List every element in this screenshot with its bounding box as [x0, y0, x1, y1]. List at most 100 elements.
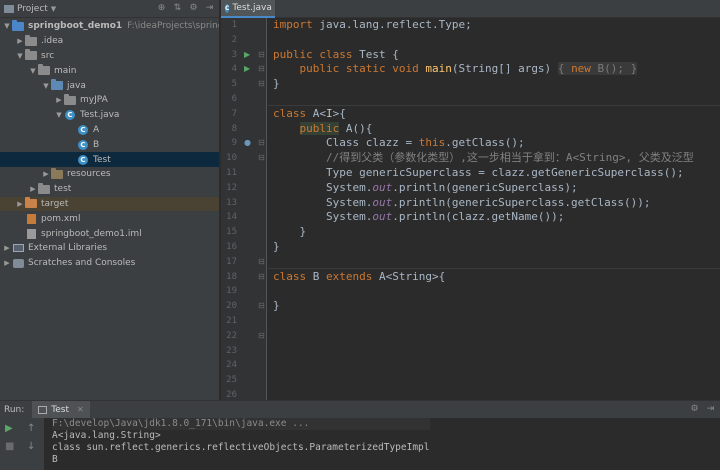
collapsed-arrow-icon[interactable]: ▶	[54, 96, 64, 104]
stop-icon[interactable]: ■	[5, 441, 14, 453]
folder-icon	[25, 34, 37, 46]
fold-toggle-icon[interactable]: ⊟	[258, 48, 265, 63]
code-line-17: }	[273, 225, 307, 239]
code-line-11: Class clazz = this.getClass();	[273, 136, 525, 150]
collapse-all-icon[interactable]: ⇅	[172, 3, 183, 14]
collapsed-arrow-icon[interactable]: ▶	[2, 244, 12, 252]
tree-item[interactable]: ▼ java	[0, 78, 219, 93]
tree-item-label: src	[41, 50, 55, 61]
fold-toggle-icon[interactable]: ⊟	[258, 151, 265, 166]
gear-icon[interactable]: ⚙	[689, 404, 700, 415]
line-number: 8	[231, 123, 237, 134]
console-output[interactable]: F:\develop\Java\jdk1.8.0_171\bin\java.ex…	[52, 418, 430, 466]
tree-item[interactable]: CA	[0, 123, 219, 138]
tree-item[interactable]: ▶ test	[0, 182, 219, 197]
tree-item[interactable]: springboot_demo1.iml	[0, 226, 219, 241]
gear-icon[interactable]: ⚙	[188, 3, 199, 14]
tree-item[interactable]: ▶ External Libraries	[0, 241, 219, 256]
run-gutter-icon[interactable]: ▶	[244, 62, 250, 77]
tree-item-label: .idea	[41, 36, 64, 47]
tree-item-label: springboot_demo1.iml	[41, 228, 142, 239]
scroll-down-icon[interactable]: ↓	[27, 441, 35, 453]
run-panel: ▶ ↑ ■ ↓ F:\develop\Java\jdk1.8.0_171\bin…	[0, 418, 720, 470]
tree-item[interactable]: ▼ springboot_demo1 F:\ideaProjects\springb…	[0, 19, 219, 34]
collapsed-arrow-icon[interactable]: ▶	[41, 170, 51, 178]
code-line-3: public class Test {	[273, 47, 399, 61]
tree-item-label: A	[93, 124, 100, 135]
excluded-folder-icon	[25, 197, 37, 209]
fold-toggle-icon[interactable]: ⊟	[258, 62, 265, 77]
scratches-icon	[12, 258, 24, 268]
tree-item-label: resources	[67, 169, 111, 180]
fold-toggle-icon[interactable]: ⊟	[258, 299, 265, 314]
line-number: 5	[231, 79, 237, 90]
chevron-down-icon[interactable]: ▼	[51, 5, 56, 13]
implemented-marker-icon[interactable]: ●	[244, 136, 251, 151]
tree-item[interactable]: ▶ myJPA	[0, 93, 219, 108]
library-icon	[12, 243, 24, 253]
code-line-12: //得到父类（参数化类型）,这一步相当于拿到：A<String>, 父类及泛型	[325, 151, 694, 165]
code-line-18: }	[273, 240, 280, 253]
code-editor[interactable]: 1 2 3 4 5 6 7 8 9 10 11 12 13 14 15 16 17 18 19 20 21 22 23 24 2…	[221, 18, 720, 400]
collapsed-arrow-icon[interactable]: ▶	[15, 200, 25, 208]
java-class-icon: C	[64, 110, 76, 121]
tree-item[interactable]: ▼ src	[0, 49, 219, 64]
editor-tabs: C Test.java	[221, 0, 720, 18]
tree-item[interactable]: C Test	[0, 152, 219, 167]
tree-item[interactable]: pom.xml	[0, 211, 219, 226]
line-number: 2	[231, 34, 237, 45]
project-panel-header: Project ▼ ⊕ ⇅ ⚙ ⇥	[0, 0, 219, 18]
collapsed-arrow-icon[interactable]: ▶	[15, 37, 25, 45]
line-number: 1	[231, 20, 237, 30]
fold-toggle-icon[interactable]: ⊟	[258, 329, 265, 344]
line-number: 13	[226, 197, 237, 208]
editor-gutter: 1 2 3 4 5 6 7 8 9 10 11 12 13 14 15 16 17 18 19 20 21 22 23 24 2…	[221, 18, 267, 400]
line-number: 19	[226, 286, 237, 297]
run-gutter-icon[interactable]: ▶	[244, 48, 250, 63]
line-number: 7	[231, 108, 237, 119]
project-panel: Project ▼ ⊕ ⇅ ⚙ ⇥ ▼ springboot_demo1 F:\id…	[0, 0, 220, 400]
collapsed-arrow-icon[interactable]: ▶	[2, 259, 12, 267]
console-line: F:\develop\Java\jdk1.8.0_171\bin\java.ex…	[52, 418, 430, 430]
tree-item[interactable]: CB	[0, 137, 219, 152]
line-number: 18	[226, 271, 237, 282]
code-line-10: public A(){	[299, 121, 373, 135]
class-icon: C	[77, 154, 89, 165]
tree-item-path: F:\ideaProjects\springboo	[127, 21, 219, 32]
expanded-arrow-icon[interactable]: ▼	[41, 82, 51, 90]
collapsed-arrow-icon[interactable]: ▶	[28, 185, 38, 193]
console-line: class sun.reflect.generics.reflectiveObj…	[52, 442, 430, 453]
tree-item[interactable]: ▶ Scratches and Consoles	[0, 256, 219, 271]
run-tab-test[interactable]: Test ✕	[32, 400, 90, 419]
rerun-icon[interactable]: ▶	[5, 423, 13, 435]
locate-icon[interactable]: ⊕	[156, 3, 167, 14]
fold-toggle-icon[interactable]: ⊟	[258, 136, 265, 151]
tree-item[interactable]: ▼ C Test.java	[0, 108, 219, 123]
tree-item[interactable]: ▶ target	[0, 196, 219, 212]
tree-item-label: pom.xml	[41, 213, 81, 224]
hide-panel-icon[interactable]: ⇥	[705, 404, 716, 415]
scroll-up-icon[interactable]: ↑	[27, 423, 35, 435]
fold-toggle-icon[interactable]: ⊟	[258, 255, 265, 270]
tree-item[interactable]: ▶ resources	[0, 167, 219, 182]
fold-toggle-icon[interactable]: ⊟	[258, 270, 265, 285]
code-line-15: System.out.println(genericSuperclass.get…	[273, 195, 651, 209]
line-number: 15	[226, 227, 237, 238]
expanded-arrow-icon[interactable]: ▼	[28, 67, 38, 75]
iml-file-icon	[25, 228, 37, 239]
expanded-arrow-icon[interactable]: ▼	[15, 52, 25, 60]
tree-item[interactable]: ▶ .idea	[0, 34, 219, 49]
project-panel-title[interactable]: Project	[17, 4, 48, 14]
tree-item-label: main	[54, 65, 77, 76]
hide-panel-icon[interactable]: ⇥	[204, 3, 215, 14]
close-icon[interactable]: ✕	[77, 405, 84, 414]
run-toolbar: ▶ ↑ ■ ↓	[0, 418, 44, 470]
line-number: 23	[226, 345, 237, 356]
fold-toggle-icon[interactable]: ⊟	[258, 77, 265, 92]
line-number: 9	[231, 138, 237, 149]
tree-item[interactable]: ▼ main	[0, 63, 219, 78]
tab-test-java[interactable]: C Test.java	[221, 0, 275, 18]
expanded-arrow-icon[interactable]: ▼	[2, 22, 12, 30]
expanded-arrow-icon[interactable]: ▼	[54, 111, 64, 119]
tree-item-label: myJPA	[80, 95, 108, 106]
